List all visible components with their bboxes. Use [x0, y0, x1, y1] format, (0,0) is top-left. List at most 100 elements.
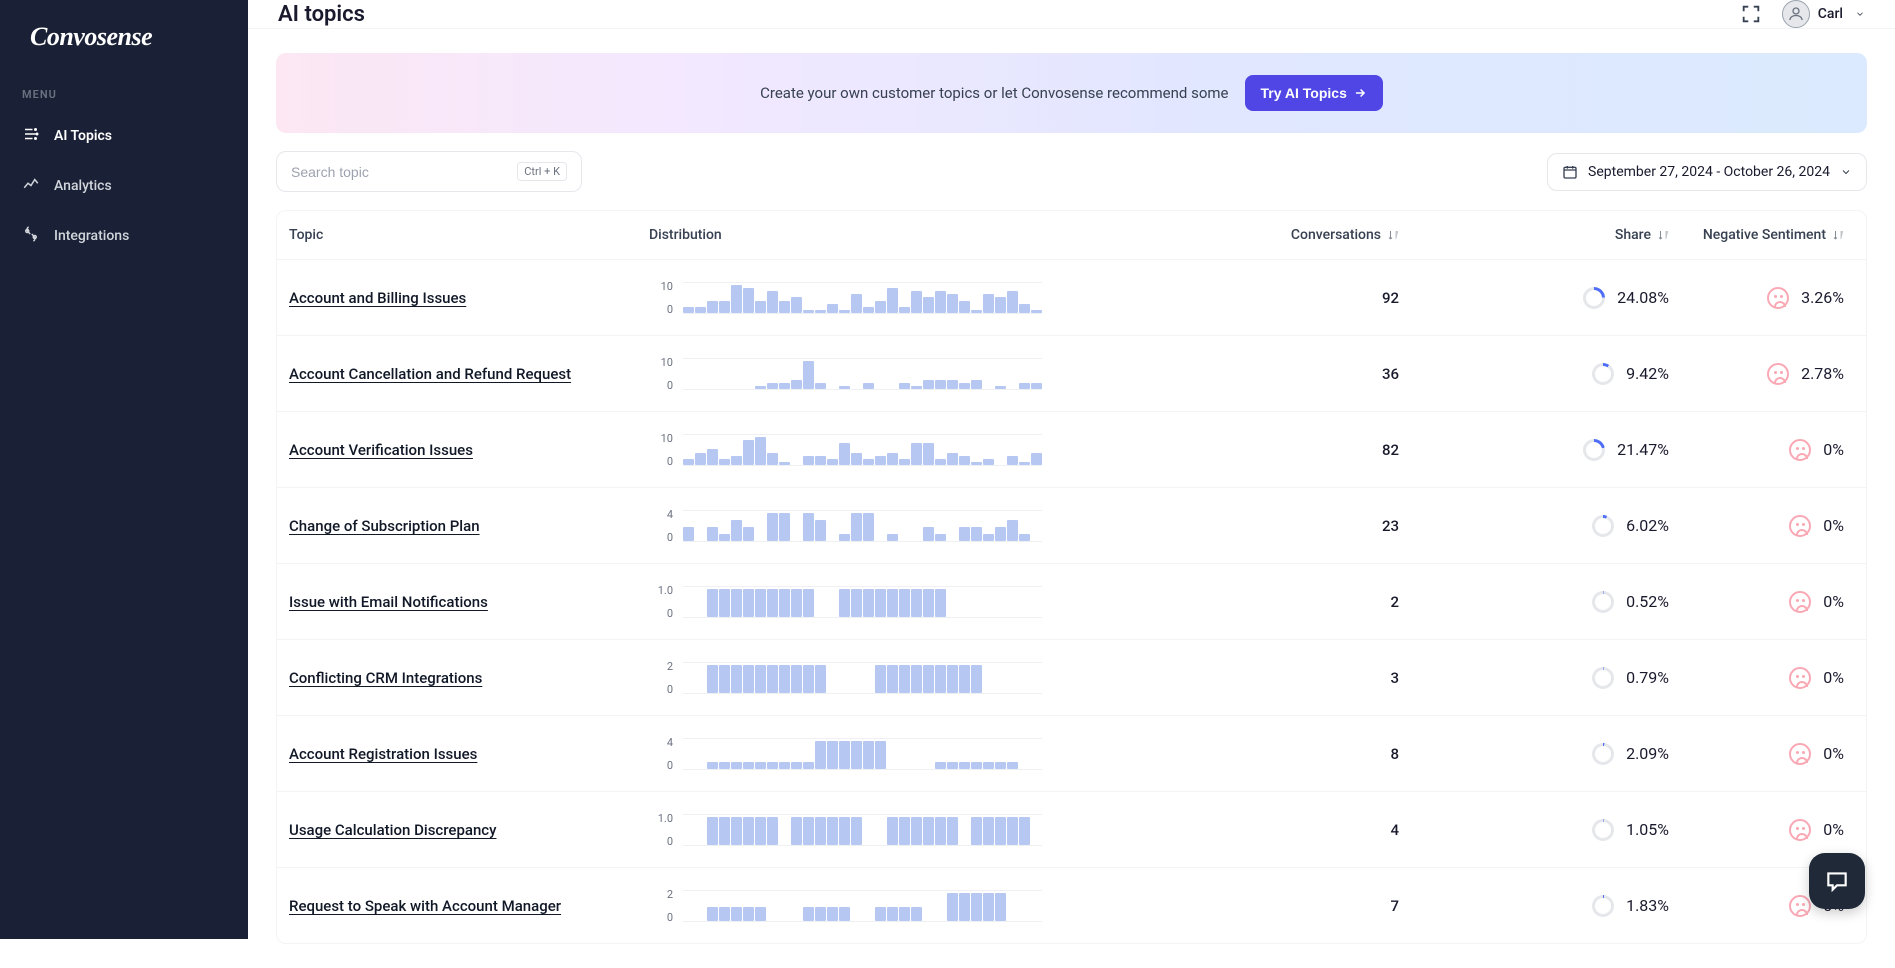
conversations-count: 82	[1382, 441, 1399, 459]
page-title: AI topics	[278, 2, 365, 27]
promo-banner: Create your own customer topics or let C…	[276, 53, 1867, 133]
frown-icon	[1789, 667, 1811, 689]
col-distribution: Distribution	[649, 227, 1079, 243]
sentiment-value: 2.78%	[1801, 364, 1844, 383]
table-row: Usage Calculation Discrepancy 1.00 4 1.0…	[277, 791, 1866, 867]
conversations-count: 23	[1382, 517, 1399, 535]
conversations-count: 92	[1382, 289, 1399, 307]
chevron-down-icon	[1840, 166, 1852, 178]
conversations-count: 7	[1390, 897, 1399, 915]
frown-icon	[1789, 515, 1811, 537]
share-donut-icon	[1592, 363, 1614, 385]
topic-link[interactable]: Request to Speak with Account Manager	[289, 897, 561, 915]
share-value: 6.02%	[1626, 516, 1669, 535]
frown-icon	[1767, 287, 1789, 309]
nav-label: Analytics	[54, 178, 112, 194]
table-row: Account Cancellation and Refund Request …	[277, 335, 1866, 411]
keyboard-shortcut: Ctrl + K	[517, 162, 567, 181]
logo: Convosense	[0, 0, 248, 74]
conversations-count: 8	[1390, 745, 1399, 763]
sentiment-value: 0%	[1823, 440, 1844, 459]
topbar: AI topics Carl	[248, 0, 1895, 29]
frown-icon	[1789, 819, 1811, 841]
table-row: Request to Speak with Account Manager 20…	[277, 867, 1866, 943]
nav-icon	[22, 175, 40, 197]
fullscreen-icon[interactable]	[1740, 3, 1762, 25]
sentiment-value: 0%	[1823, 668, 1844, 687]
table-row: Account Verification Issues 100 82 21.47…	[277, 411, 1866, 487]
share-value: 21.47%	[1617, 440, 1669, 459]
distribution-sparkline: 100	[649, 432, 1079, 468]
topic-link[interactable]: Issue with Email Notifications	[289, 593, 488, 611]
nav-icon	[22, 125, 40, 147]
table-row: Conflicting CRM Integrations 20 3 0.79% …	[277, 639, 1866, 715]
col-topic: Topic	[289, 227, 649, 243]
share-donut-icon	[1592, 591, 1614, 613]
arrow-right-icon	[1353, 86, 1367, 100]
distribution-sparkline: 100	[649, 356, 1079, 392]
frown-icon	[1789, 895, 1811, 917]
conversations-count: 36	[1382, 365, 1399, 383]
username: Carl	[1818, 6, 1843, 22]
sort-icon	[1387, 229, 1399, 241]
main-content: AI topics Carl Create your own customer …	[248, 0, 1895, 939]
nav-label: Integrations	[54, 228, 129, 244]
table-row: Account and Billing Issues 100 92 24.08%…	[277, 259, 1866, 335]
distribution-sparkline: 40	[649, 508, 1079, 544]
date-range-picker[interactable]: September 27, 2024 - October 26, 2024	[1547, 153, 1867, 191]
col-sentiment[interactable]: Negative Sentiment	[1679, 227, 1854, 243]
sort-icon	[1832, 229, 1844, 241]
conversations-count: 3	[1390, 669, 1399, 687]
topic-link[interactable]: Change of Subscription Plan	[289, 517, 480, 535]
table-row: Change of Subscription Plan 40 23 6.02% …	[277, 487, 1866, 563]
share-value: 24.08%	[1617, 288, 1669, 307]
share-donut-icon	[1592, 819, 1614, 841]
share-value: 1.83%	[1626, 896, 1669, 915]
distribution-sparkline: 40	[649, 736, 1079, 772]
topic-link[interactable]: Usage Calculation Discrepancy	[289, 821, 496, 839]
share-donut-icon	[1592, 895, 1614, 917]
topic-link[interactable]: Account Verification Issues	[289, 441, 473, 459]
topic-link[interactable]: Account Cancellation and Refund Request	[289, 365, 571, 383]
share-donut-icon	[1592, 743, 1614, 765]
sentiment-value: 3.26%	[1801, 288, 1844, 307]
conversations-count: 2	[1390, 593, 1399, 611]
chevron-down-icon	[1855, 9, 1865, 19]
nav-icon	[22, 225, 40, 247]
share-value: 2.09%	[1626, 744, 1669, 763]
col-conversations[interactable]: Conversations	[1079, 227, 1409, 243]
distribution-sparkline: 20	[649, 888, 1079, 924]
topic-link[interactable]: Account Registration Issues	[289, 745, 477, 763]
chat-fab[interactable]	[1809, 853, 1865, 909]
nav-item-integrations[interactable]: Integrations	[0, 211, 248, 261]
banner-text: Create your own customer topics or let C…	[760, 84, 1228, 102]
topic-link[interactable]: Account and Billing Issues	[289, 289, 466, 307]
distribution-sparkline: 20	[649, 660, 1079, 696]
user-menu[interactable]: Carl	[1782, 0, 1865, 28]
nav-item-analytics[interactable]: Analytics	[0, 161, 248, 211]
frown-icon	[1789, 591, 1811, 613]
search-input-container[interactable]: Ctrl + K	[276, 151, 582, 192]
share-value: 0.52%	[1626, 592, 1669, 611]
nav-item-ai-topics[interactable]: AI Topics	[0, 111, 248, 161]
share-value: 1.05%	[1626, 820, 1669, 839]
table-header: Topic Distribution Conversations Share N…	[277, 211, 1866, 259]
topic-link[interactable]: Conflicting CRM Integrations	[289, 669, 482, 687]
share-value: 9.42%	[1626, 364, 1669, 383]
distribution-sparkline: 1.00	[649, 584, 1079, 620]
date-range-text: September 27, 2024 - October 26, 2024	[1588, 164, 1830, 180]
sidebar: Convosense MENU AI TopicsAnalyticsIntegr…	[0, 0, 248, 939]
sort-icon	[1657, 229, 1669, 241]
distribution-sparkline: 1.00	[649, 812, 1079, 848]
frown-icon	[1789, 439, 1811, 461]
share-donut-icon	[1583, 439, 1605, 461]
conversations-count: 4	[1390, 821, 1399, 839]
topics-table: Topic Distribution Conversations Share N…	[276, 210, 1867, 944]
search-input[interactable]	[291, 164, 517, 180]
frown-icon	[1789, 743, 1811, 765]
share-value: 0.79%	[1626, 668, 1669, 687]
col-share[interactable]: Share	[1409, 227, 1679, 243]
sentiment-value: 0%	[1823, 744, 1844, 763]
sentiment-value: 0%	[1823, 592, 1844, 611]
try-ai-topics-button[interactable]: Try AI Topics	[1245, 75, 1383, 111]
